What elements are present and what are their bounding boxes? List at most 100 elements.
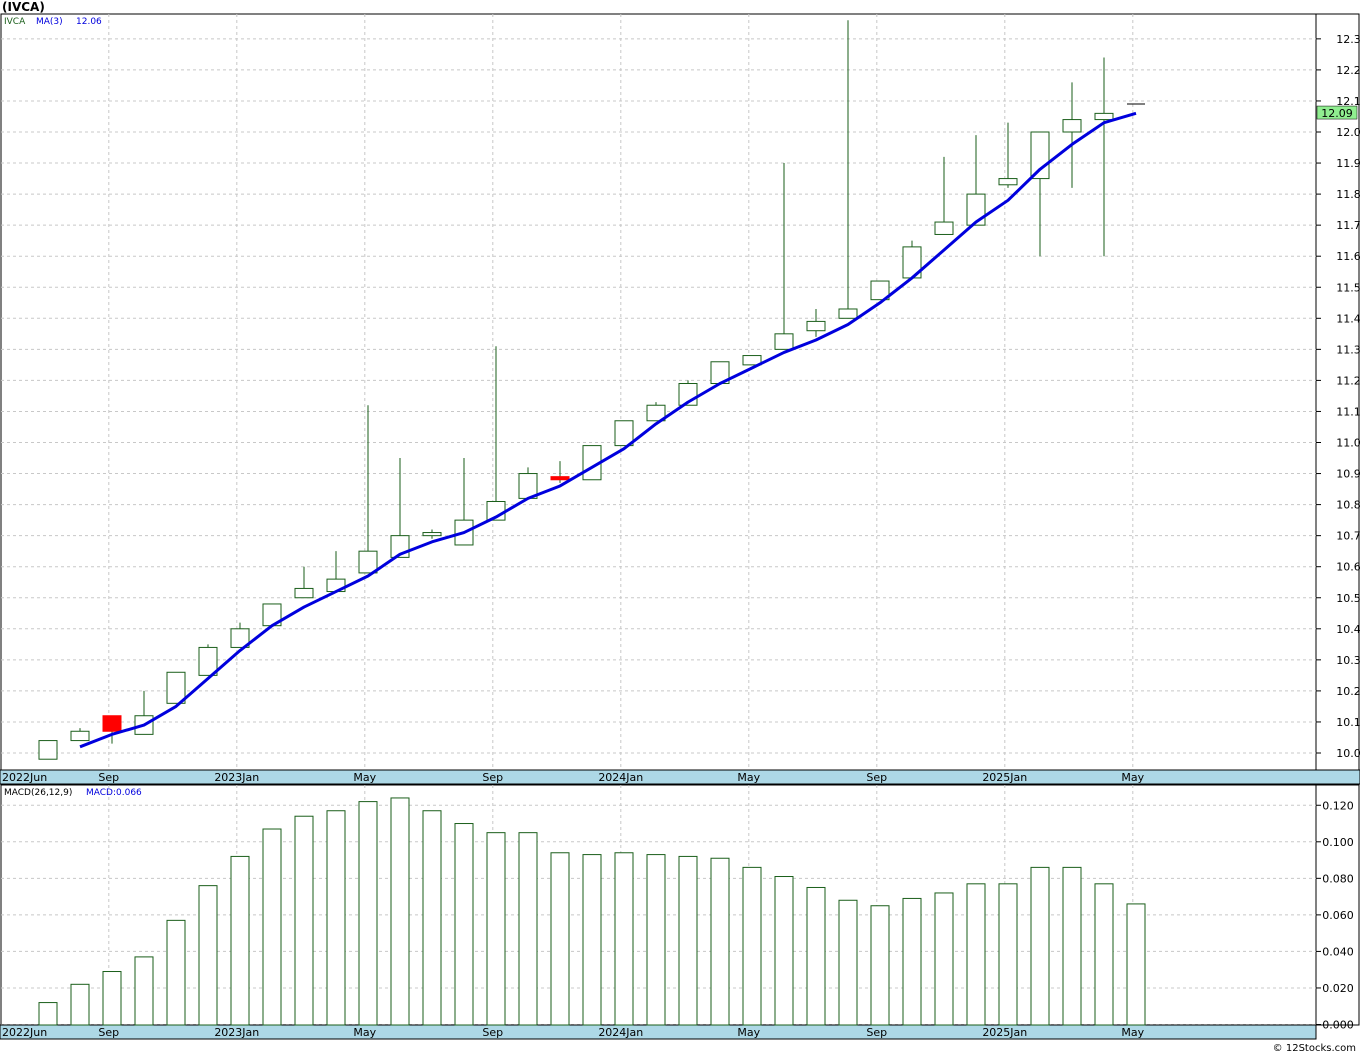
macd-bar [198, 885, 218, 1026]
candle-body [102, 715, 122, 732]
macd-bar [486, 832, 506, 1026]
price-y-tick-label: 10.90 [1336, 468, 1360, 481]
macd-bar [966, 883, 986, 1026]
macd-bar [422, 810, 442, 1026]
macd-y-tick-label: 0.000 [1322, 1019, 1354, 1032]
price-y-tick-label: 10.30 [1336, 654, 1360, 667]
macd-x-label: May [1121, 1026, 1144, 1039]
candle-body [1030, 131, 1050, 180]
price-x-label: 2023Jan [214, 771, 259, 784]
macd-bar [358, 801, 378, 1026]
price-y-tick-label: 11.90 [1336, 157, 1360, 170]
macd-bar [838, 899, 858, 1026]
candle-body [166, 671, 186, 704]
price-y-tick-label: 10.80 [1336, 499, 1360, 512]
macd-bar [518, 832, 538, 1026]
macd-layer [38, 797, 1146, 1026]
macd-bar [1030, 866, 1050, 1026]
macd-bar [934, 892, 954, 1026]
candle-body [998, 178, 1018, 186]
macd-bar [38, 1002, 58, 1026]
price-y-tick-label: 12.00 [1336, 126, 1360, 139]
macd-bar [774, 876, 794, 1026]
price-y-tick-label: 11.50 [1336, 281, 1360, 294]
candle-body [838, 308, 858, 319]
price-x-label: May [1121, 771, 1144, 784]
macd-y-tick-label: 0.020 [1322, 982, 1354, 995]
macd-bar [390, 797, 410, 1026]
macd-bar [902, 897, 922, 1026]
candle-body [550, 476, 570, 481]
candle-body [294, 587, 314, 599]
price-y-tick-label: 10.40 [1336, 623, 1360, 636]
macd-x-label: 2025Jan [982, 1026, 1027, 1039]
macd-y-tick-label: 0.060 [1322, 909, 1354, 922]
macd-x-label: Sep [866, 1026, 887, 1039]
macd-bar [102, 971, 122, 1026]
footer-credit: © 12Stocks.com [1272, 1043, 1356, 1054]
macd-bar [870, 905, 890, 1026]
macd-bar [710, 857, 730, 1026]
price-y-tick-label: 11.70 [1336, 219, 1360, 232]
macd-bar [1062, 866, 1082, 1026]
candle-layer [38, 20, 1145, 760]
last-price-label: 12.09 [1321, 107, 1353, 120]
price-x-label: 2022Jun [2, 771, 47, 784]
price-x-label: 2025Jan [982, 771, 1027, 784]
macd-x-label: 2024Jan [598, 1026, 643, 1039]
macd-bar [70, 983, 90, 1026]
candle-body [38, 740, 58, 760]
price-x-label: May [353, 771, 376, 784]
price-panel-frame [0, 13, 1317, 771]
price-y-tick-label: 11.20 [1336, 374, 1360, 387]
macd-y-tick-label: 0.120 [1322, 799, 1354, 812]
macd-y-tick-label: 0.040 [1322, 945, 1354, 958]
macd-bar [582, 854, 602, 1026]
candle-body [358, 550, 378, 574]
price-y-tick-label: 12.30 [1336, 33, 1360, 46]
price-y-tick-label: 12.20 [1336, 64, 1360, 77]
macd-bar [646, 854, 666, 1026]
price-legend-ma-value: 12.06 [76, 17, 102, 27]
candle-body [774, 333, 794, 350]
macd-bar [166, 919, 186, 1026]
candle-body [70, 730, 90, 742]
price-x-label: Sep [866, 771, 887, 784]
macd-x-label: Sep [98, 1026, 119, 1039]
macd-bar [326, 810, 346, 1026]
price-chart: 10.00 10.10 10.20 10.30 10.40 10.50 10.60 10.70… [0, 13, 1360, 1040]
price-x-label: 2024Jan [598, 771, 643, 784]
macd-x-label: 2023Jan [214, 1026, 259, 1039]
macd-bar [614, 852, 634, 1026]
price-y-tick-label: 10.00 [1336, 747, 1360, 760]
price-y-tick-label: 11.60 [1336, 250, 1360, 263]
candle-body [422, 532, 442, 537]
price-x-label: Sep [98, 771, 119, 784]
price-y-tick-label: 11.40 [1336, 312, 1360, 325]
macd-bar [294, 815, 314, 1026]
macd-bar [230, 855, 250, 1026]
macd-bar [454, 823, 474, 1026]
macd-x-label: May [353, 1026, 376, 1039]
price-legend-symbol: IVCA [4, 17, 26, 27]
macd-x-label: 2022Jun [2, 1026, 47, 1039]
macd-bar [262, 828, 282, 1026]
price-x-label: Sep [482, 771, 503, 784]
candle-body [934, 221, 954, 235]
macd-bar [806, 886, 826, 1026]
macd-bar [742, 866, 762, 1026]
macd-bar [1094, 883, 1114, 1026]
price-y-tick-label: 11.10 [1336, 405, 1360, 418]
price-y-tick-label: 11.30 [1336, 343, 1360, 356]
macd-legend-label: MACD(26,12,9) [4, 788, 72, 798]
price-x-label: May [737, 771, 760, 784]
macd-bar [678, 855, 698, 1026]
candle-body [1094, 112, 1114, 121]
macd-legend-value: MACD:0.066 [86, 788, 142, 798]
price-y-tick-label: 11.00 [1336, 437, 1360, 450]
price-y-tick-label: 10.60 [1336, 561, 1360, 574]
candle-body [614, 420, 634, 447]
macd-time-axis-band [0, 1024, 1317, 1040]
price-y-tick-label: 11.80 [1336, 188, 1360, 201]
macd-bar [550, 852, 570, 1026]
